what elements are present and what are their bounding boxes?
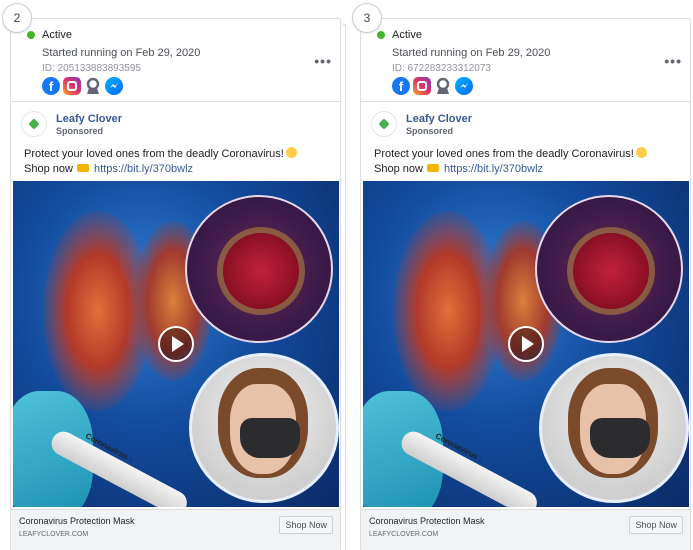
status-row: Active (27, 29, 330, 41)
play-button[interactable] (158, 326, 194, 362)
ad-body-text: Protect your loved ones from the deadly … (374, 147, 682, 177)
ad-card: 3 Active Started running on Feb 29, 2020… (352, 3, 691, 550)
divider (11, 101, 340, 102)
pointing-hand-emoji-icon (426, 164, 439, 172)
masked-woman-image (189, 353, 339, 503)
ad-body-text: Protect your loved ones from the deadly … (24, 147, 332, 177)
advertiser-name[interactable]: Leafy Clover (406, 113, 472, 125)
face-emoji-icon (635, 147, 647, 158)
instagram-icon (63, 77, 81, 95)
started-running-text: Started running on Feb 29, 2020 (42, 47, 201, 59)
ad-id-text: ID: 205133883893595 (42, 63, 141, 74)
sponsored-label: Sponsored (56, 125, 104, 136)
shop-now-text: Shop now (24, 163, 73, 175)
ad-body-line: Protect your loved ones from the deadly … (24, 148, 284, 160)
pointing-hand-emoji-icon (76, 164, 89, 172)
platform-icons: f (392, 77, 680, 95)
ad-meta: Active Started running on Feb 29, 2020 I… (27, 29, 330, 95)
status-row: Active (377, 29, 680, 41)
virus-image (185, 195, 333, 343)
facebook-icon: f (42, 77, 60, 95)
divider (361, 101, 690, 102)
advertiser-name[interactable]: Leafy Clover (56, 113, 122, 125)
advertiser-header: Leafy Clover Sponsored (21, 111, 122, 137)
audience-network-icon (84, 77, 102, 95)
active-status-dot (27, 31, 35, 39)
shop-now-button[interactable]: Shop Now (629, 516, 683, 534)
footer-domain: LEAFYCLOVER.COM (19, 531, 89, 538)
ad-card: 2 Active Started running on Feb 29, 2020… (2, 3, 341, 550)
ad-body-line: Protect your loved ones from the deadly … (374, 148, 634, 160)
ad-meta: Active Started running on Feb 29, 2020 I… (377, 29, 680, 95)
more-options-button[interactable]: ••• (664, 53, 682, 69)
audience-network-icon (434, 77, 452, 95)
platform-icons: f (42, 77, 330, 95)
play-icon (521, 336, 534, 352)
instagram-icon (413, 77, 431, 95)
ad-footer: Coronavirus Protection Mask LEAFYCLOVER.… (11, 509, 340, 550)
footer-title: Coronavirus Protection Mask (19, 516, 135, 526)
ad-link[interactable]: https://bit.ly/370bwlz (444, 163, 543, 175)
started-running-text: Started running on Feb 29, 2020 (392, 47, 551, 59)
footer-domain: LEAFYCLOVER.COM (369, 531, 439, 538)
play-icon (171, 336, 184, 352)
ad-video-thumbnail[interactable]: Coronavirus : (363, 181, 689, 507)
ad-id-text: ID: 672283233312073 (392, 63, 491, 74)
footer-title: Coronavirus Protection Mask (369, 516, 485, 526)
advertiser-logo[interactable] (21, 111, 47, 137)
virus-image (535, 195, 683, 343)
status-label: Active (392, 29, 422, 41)
advertiser-header: Leafy Clover Sponsored (371, 111, 472, 137)
status-label: Active (42, 29, 72, 41)
ad-footer: Coronavirus Protection Mask LEAFYCLOVER.… (361, 509, 690, 550)
more-options-button[interactable]: ••• (314, 53, 332, 69)
shop-now-text: Shop now (374, 163, 423, 175)
play-button[interactable] (508, 326, 544, 362)
masked-woman-image (539, 353, 689, 503)
ad-video-thumbnail[interactable]: Coronavirus : (13, 181, 339, 507)
messenger-icon (455, 77, 473, 95)
advertiser-logo[interactable] (371, 111, 397, 137)
sponsored-label: Sponsored (406, 125, 454, 136)
facebook-icon: f (392, 77, 410, 95)
card-stack-edge (343, 24, 346, 550)
shop-now-button[interactable]: Shop Now (279, 516, 333, 534)
ad-link[interactable]: https://bit.ly/370bwlz (94, 163, 193, 175)
messenger-icon (105, 77, 123, 95)
face-emoji-icon (285, 147, 297, 158)
active-status-dot (377, 31, 385, 39)
